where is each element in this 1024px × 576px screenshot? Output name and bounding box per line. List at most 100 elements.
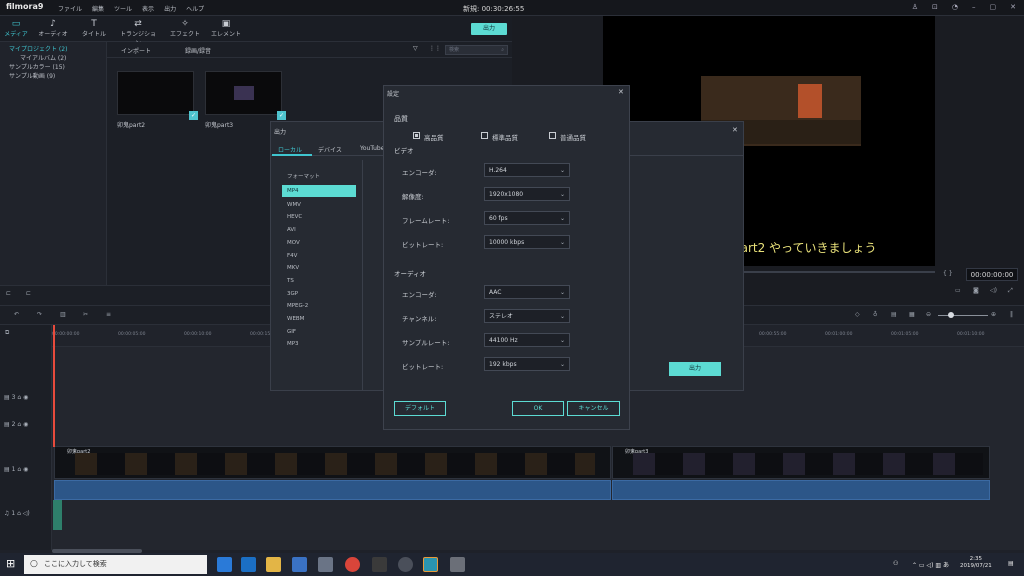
audio-waveform-2[interactable] xyxy=(612,480,990,500)
trash-icon[interactable]: ▥ xyxy=(60,311,66,318)
filter-icon[interactable]: ▽ xyxy=(413,45,418,52)
volume-icon[interactable]: ◁) xyxy=(23,510,30,517)
shield-icon[interactable]: ◇ xyxy=(855,311,860,318)
lock-icon[interactable]: ⌂ xyxy=(17,466,21,473)
monitor-icon[interactable]: ▭ xyxy=(955,287,961,294)
eye-icon[interactable]: ◉ xyxy=(23,466,28,473)
cancel-button[interactable]: キャンセル xyxy=(567,401,620,416)
video-bitrate-select[interactable]: 10000 kbps ⌄ xyxy=(484,235,570,249)
maximize-icon[interactable]: ▢ xyxy=(990,3,997,11)
store-icon[interactable] xyxy=(292,557,307,572)
quality-normal-checkbox[interactable] xyxy=(549,132,556,139)
tab-elements[interactable]: ▣ エレメント xyxy=(210,19,242,38)
motion-icon[interactable]: ▦ xyxy=(909,311,915,318)
format-avi[interactable]: AVI xyxy=(287,227,296,233)
format-gif[interactable]: GIF xyxy=(287,329,296,335)
default-button[interactable]: デフォルト xyxy=(394,401,446,416)
media-thumbnail-1[interactable]: ✓ xyxy=(117,71,198,120)
video-clip-1[interactable]: 卯鬼part2 xyxy=(54,446,611,479)
menu-export[interactable]: 出力 xyxy=(164,4,176,13)
menu-view[interactable]: 表示 xyxy=(142,4,154,13)
eye-icon[interactable]: ◉ xyxy=(23,421,28,428)
close-icon[interactable]: ✕ xyxy=(732,126,738,134)
format-ts[interactable]: TS xyxy=(287,278,294,284)
export-button[interactable]: 出力 xyxy=(471,23,507,35)
tab-media[interactable]: ▭ メディア xyxy=(4,19,28,38)
subtitle-icon[interactable]: ▤ xyxy=(891,311,897,318)
bracket-icon[interactable]: { } xyxy=(943,270,953,277)
notification-icon[interactable]: ▤ xyxy=(1008,560,1014,567)
windows-start-icon[interactable]: ⊞ xyxy=(6,557,15,570)
quality-standard-checkbox[interactable] xyxy=(481,132,488,139)
format-hevc[interactable]: HEVC xyxy=(287,214,302,220)
close-icon[interactable]: ✕ xyxy=(618,88,624,96)
tab-youtube[interactable]: YouTube xyxy=(360,145,384,152)
tree-sample-videos[interactable]: サンプル動画 (9) xyxy=(9,71,55,80)
format-mpeg2[interactable]: MPEG-2 xyxy=(287,303,308,309)
edge-icon[interactable] xyxy=(241,557,256,572)
lock-icon[interactable]: ⌂ xyxy=(17,394,21,401)
account-icon[interactable]: ♙ xyxy=(912,3,918,11)
menu-tools[interactable]: ツール xyxy=(114,4,132,13)
ie-icon[interactable] xyxy=(217,557,232,572)
zoom-slider[interactable] xyxy=(938,315,988,316)
tab-audio[interactable]: ♪ オーディオ xyxy=(38,19,68,38)
video-clip-2[interactable]: 卯鬼part3 xyxy=(612,446,990,479)
scissors-icon[interactable]: ✂ xyxy=(83,311,88,318)
mic-icon[interactable]: ♁ xyxy=(873,311,877,318)
framerate-select[interactable]: 60 fps ⌄ xyxy=(484,211,570,225)
audio-waveform-1[interactable] xyxy=(54,480,611,500)
media-thumbnail-2[interactable]: ✓ xyxy=(205,71,286,120)
fullscreen-icon[interactable]: ⤢ xyxy=(1008,287,1013,295)
export-dialog-button[interactable]: 出力 xyxy=(669,362,721,376)
folder-icon[interactable]: ⊏ xyxy=(26,290,31,297)
record-dropdown[interactable]: 録画/録音 xyxy=(185,46,211,55)
app-icon[interactable] xyxy=(398,557,413,572)
search-input[interactable]: 検索 ⌕ xyxy=(445,45,508,55)
new-folder-icon[interactable]: ⊏ xyxy=(6,290,11,297)
format-wmv[interactable]: WMV xyxy=(287,202,301,208)
tab-device[interactable]: デバイス xyxy=(318,145,342,154)
tab-local[interactable]: ローカル xyxy=(278,145,302,154)
zoom-slider-handle[interactable] xyxy=(948,312,954,318)
format-3gp[interactable]: 3GP xyxy=(287,291,298,297)
quality-high-checkbox[interactable] xyxy=(413,132,420,139)
tab-effects[interactable]: ✧ エフェクト xyxy=(170,19,200,38)
audio-bitrate-select[interactable]: 192 kbps ⌄ xyxy=(484,357,570,371)
format-webm[interactable]: WEBM xyxy=(287,316,304,322)
menu-file[interactable]: ファイル xyxy=(58,4,82,13)
minimize-icon[interactable]: – xyxy=(972,3,976,11)
explorer-icon[interactable] xyxy=(266,557,281,572)
bell-icon[interactable]: ◔ xyxy=(952,3,958,11)
tab-titles[interactable]: T タイトル xyxy=(82,19,106,38)
add-track-icon[interactable]: ⧉ xyxy=(5,329,9,337)
samplerate-select[interactable]: 44100 Hz ⌄ xyxy=(484,333,570,347)
zoom-out-icon[interactable]: ⊖ xyxy=(926,311,931,318)
app-icon[interactable] xyxy=(372,557,387,572)
ok-button[interactable]: OK xyxy=(512,401,564,416)
resolution-select[interactable]: 1920x1080 ⌄ xyxy=(484,187,570,201)
undo-icon[interactable]: ↶ xyxy=(14,311,19,318)
tray-icons[interactable]: ⌃ ▭ ◁) ▥ あ xyxy=(912,560,949,569)
cart-icon[interactable]: ⊡ xyxy=(932,3,938,11)
grid-icon[interactable]: ⋮⋮ xyxy=(429,45,441,52)
redo-icon[interactable]: ↷ xyxy=(37,311,42,318)
chrome-icon[interactable] xyxy=(345,557,360,572)
format-mp4[interactable]: MP4 xyxy=(287,188,299,194)
mail-icon[interactable] xyxy=(318,557,333,572)
tree-my-project[interactable]: マイプロジェクト (2) xyxy=(9,44,67,53)
tree-sample-colors[interactable]: サンプルカラー (15) xyxy=(9,62,65,71)
camera-icon[interactable]: ◙ xyxy=(973,287,979,294)
menu-edit[interactable]: 編集 xyxy=(92,4,104,13)
format-mp3[interactable]: MP3 xyxy=(287,341,299,347)
tree-my-album[interactable]: マイアルバム (2) xyxy=(20,53,66,62)
taskbar-search[interactable]: ○ ここに入力して検索 xyxy=(24,555,207,574)
pause-icon[interactable]: ‖ xyxy=(1010,311,1013,318)
format-f4v[interactable]: F4V xyxy=(287,253,297,259)
audio-encoder-select[interactable]: AAC ⌄ xyxy=(484,285,570,299)
adjust-icon[interactable]: ≡ xyxy=(106,311,111,318)
format-mkv[interactable]: MKV xyxy=(287,265,299,271)
video-encoder-select[interactable]: H.264 ⌄ xyxy=(484,163,570,177)
filmora-icon[interactable] xyxy=(423,557,438,572)
import-dropdown[interactable]: インポート xyxy=(121,46,151,55)
